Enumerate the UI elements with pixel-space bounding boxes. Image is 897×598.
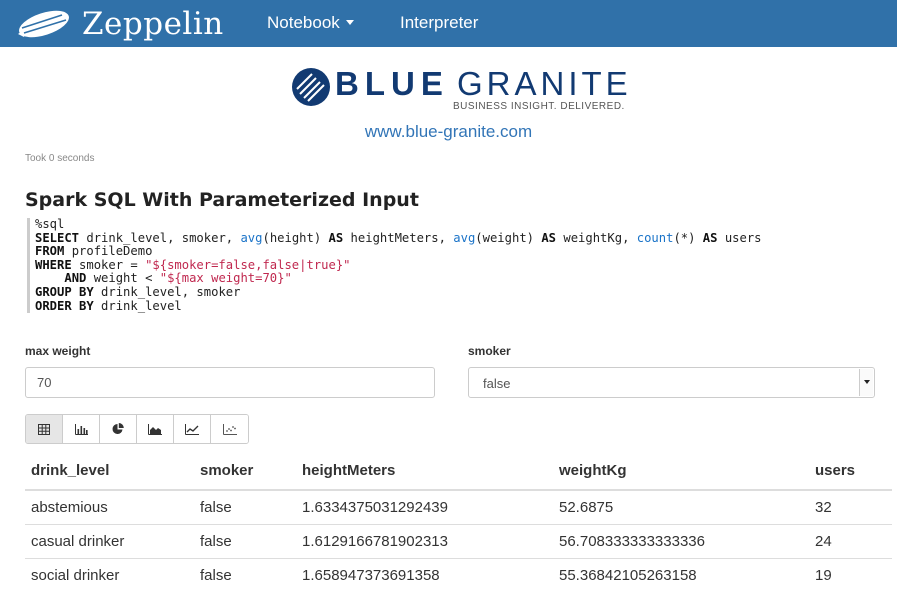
code-keyword: AS: [328, 230, 344, 245]
table-cell: 52.6875: [553, 490, 809, 525]
code-keyword: SELECT: [35, 230, 80, 245]
max-weight-input[interactable]: [25, 367, 435, 398]
table-cell: 55.36842105263158: [559, 566, 697, 584]
code-keyword: AS: [541, 230, 557, 245]
code-function: avg: [240, 230, 263, 245]
code-keyword: WHERE: [35, 257, 72, 272]
logo-word-granite: GRANITE: [457, 65, 632, 102]
table-row: social drinker false 1.658947373691358 5…: [25, 558, 892, 592]
brand-title: Zeppelin: [82, 6, 224, 42]
table-cell: abstemious: [25, 490, 194, 525]
table-cell: 19: [815, 566, 832, 584]
navbar: Zeppelin Notebook Interpreter: [0, 0, 897, 47]
nav-notebook-menu[interactable]: Notebook: [267, 13, 354, 33]
bar-chart-icon: [74, 423, 88, 435]
code-text: smoker =: [71, 257, 146, 272]
code-text: drink_level: [93, 298, 182, 313]
code-text: drink_level, smoker,: [79, 230, 241, 245]
table-cell: social drinker: [31, 566, 120, 584]
code-text: (height): [262, 230, 329, 245]
table-cell: 1.6334375031292439: [296, 490, 553, 525]
code-keyword: FROM: [35, 244, 65, 259]
table-row: casual drinker false 1.6129166781902313 …: [25, 524, 892, 559]
chevron-down-icon: [859, 369, 873, 396]
logo-url-link[interactable]: www.blue-granite.com: [0, 122, 897, 142]
column-header[interactable]: drink_level: [25, 452, 194, 491]
result-table: drink_level smoker heightMeters weightKg…: [25, 452, 892, 592]
area-chart-button[interactable]: [137, 415, 174, 443]
code-function: count: [636, 230, 674, 245]
column-header[interactable]: weightKg: [553, 452, 809, 491]
code-text: (*): [673, 230, 703, 245]
code-text: weightKg,: [556, 230, 637, 245]
logo-word-blue: BLUE: [335, 65, 449, 102]
table-cell: false: [200, 566, 232, 584]
table-icon: [38, 423, 50, 435]
code-string: "${max weight=70}": [159, 271, 292, 286]
table-cell: false: [194, 524, 296, 559]
logo-tagline: BUSINESS INSIGHT. DELIVERED.: [453, 101, 625, 112]
column-header[interactable]: users: [809, 452, 892, 491]
scatter-chart-button[interactable]: [211, 415, 248, 443]
table-cell: 24: [809, 524, 892, 559]
code-keyword: ORDER BY: [35, 298, 94, 313]
nav-notebook-label: Notebook: [267, 13, 340, 32]
code-text: weight <: [86, 271, 160, 286]
smoker-select-value: false: [483, 376, 511, 391]
table-view-button[interactable]: [26, 415, 63, 443]
visualization-toolbar: [25, 414, 249, 444]
table-cell: 1.6129166781902313: [296, 524, 553, 559]
line-chart-button[interactable]: [174, 415, 211, 443]
code-string: "${smoker=false,false|true}": [145, 257, 351, 272]
code-keyword: GROUP BY: [35, 284, 94, 299]
sql-code-block[interactable]: %sql SELECT drink_level, smoker, avg(hei…: [27, 217, 887, 314]
table-cell: 1.658947373691358: [302, 566, 440, 584]
table-cell: casual drinker: [25, 524, 194, 559]
caret-down-icon: [345, 20, 354, 25]
table-cell: 56.708333333333336: [553, 524, 809, 559]
brand-link[interactable]: Zeppelin: [14, 4, 224, 44]
table-cell: false: [194, 490, 296, 525]
max-weight-label: max weight: [25, 344, 91, 358]
bluegranite-badge-icon: [292, 68, 330, 106]
table-cell: 32: [809, 490, 892, 525]
table-header-row: drink_level smoker heightMeters weightKg…: [25, 452, 892, 491]
area-chart-icon: [148, 423, 162, 435]
bar-chart-button[interactable]: [63, 415, 100, 443]
execution-time: Took 0 seconds: [25, 153, 95, 164]
code-line: %sql: [35, 217, 65, 231]
code-text: users: [717, 230, 762, 245]
smoker-label: smoker: [468, 344, 511, 358]
code-text: profileDemo: [64, 244, 153, 259]
paragraph-title: Spark SQL With Parameterized Input: [25, 189, 419, 211]
pie-chart-icon: [112, 423, 124, 434]
code-text: (weight): [475, 230, 542, 245]
column-header[interactable]: heightMeters: [296, 452, 553, 491]
code-function: avg: [453, 230, 476, 245]
code-text: heightMeters,: [343, 230, 454, 245]
zeppelin-logo-icon: [18, 10, 69, 38]
table-row: abstemious false 1.6334375031292439 52.6…: [25, 490, 892, 525]
code-text: drink_level, smoker: [93, 284, 241, 299]
code-keyword: AS: [702, 230, 718, 245]
column-header[interactable]: smoker: [194, 452, 296, 491]
code-keyword: AND: [64, 271, 87, 286]
scatter-chart-icon: [222, 423, 237, 435]
line-chart-icon: [185, 423, 199, 435]
smoker-select[interactable]: false: [468, 367, 875, 398]
nav-interpreter-link[interactable]: Interpreter: [400, 13, 478, 33]
pie-chart-button[interactable]: [100, 415, 137, 443]
